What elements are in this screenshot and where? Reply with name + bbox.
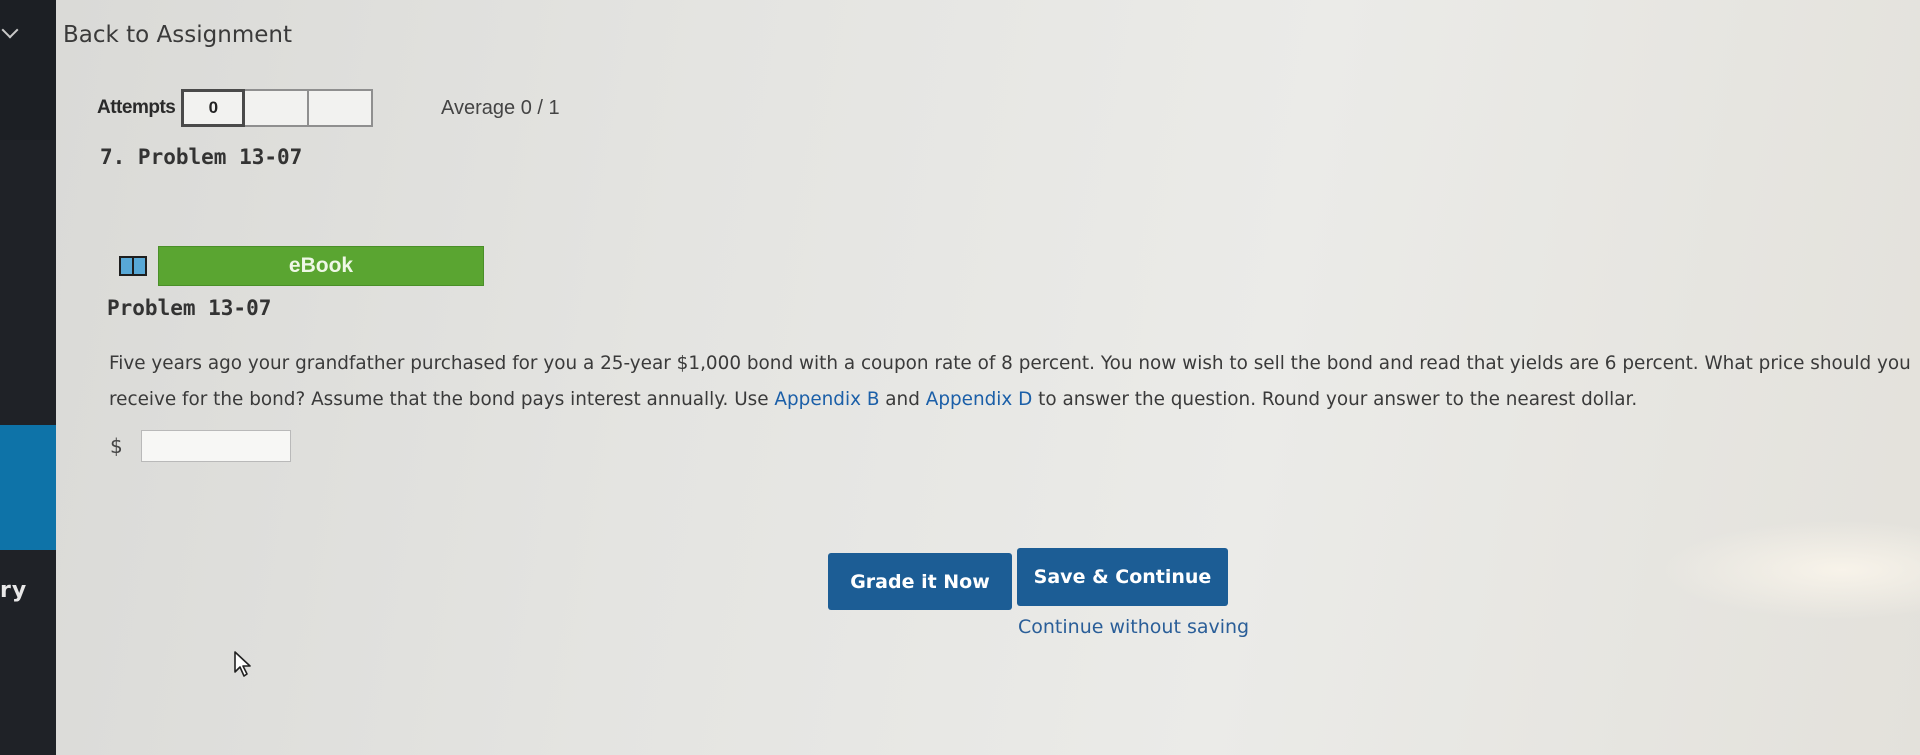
attempt-box-2 <box>245 89 310 127</box>
problem-text-segment: to answer the question. Round your answe… <box>1032 389 1638 410</box>
screen-glare <box>1660 520 1920 620</box>
sidebar-top <box>0 0 56 140</box>
appendix-d-link[interactable]: Appendix D <box>926 389 1033 410</box>
continue-without-saving-link[interactable]: Continue without saving <box>1018 616 1249 638</box>
problem-statement: Five years ago your grandfather purchase… <box>109 346 1911 418</box>
sidebar-truncated-label[interactable]: ry <box>0 578 27 603</box>
average-score: Average 0 / 1 <box>441 97 560 119</box>
left-sidebar: ry <box>0 0 56 755</box>
attempts-tracker: Attempts 0 <box>97 89 374 127</box>
ebook-icon-container[interactable] <box>108 246 158 286</box>
back-to-assignment-link[interactable]: Back to Assignment <box>63 22 292 48</box>
problem-text-line-1: Five years ago your grandfather purchase… <box>109 353 1911 374</box>
currency-symbol: $ <box>110 434 123 458</box>
problem-text-segment: receive for the bond? Assume that the bo… <box>109 389 775 410</box>
sidebar-active-band[interactable] <box>0 425 56 550</box>
problem-title: Problem 13-07 <box>107 296 272 320</box>
book-icon <box>119 256 147 276</box>
ebook-button[interactable]: eBook <box>158 246 484 286</box>
problem-text-line-2: receive for the bond? Assume that the bo… <box>109 382 1909 418</box>
attempts-label: Attempts <box>97 97 176 118</box>
appendix-b-link[interactable]: Appendix B <box>774 389 879 410</box>
attempt-box-1: 0 <box>181 89 246 127</box>
answer-row: $ <box>110 430 291 462</box>
problem-text-segment: and <box>879 389 926 410</box>
grade-it-now-button[interactable]: Grade it Now <box>828 553 1012 610</box>
attempt-box-3 <box>309 89 374 127</box>
question-number-title: 7. Problem 13-07 <box>100 145 303 169</box>
mouse-pointer-icon <box>234 651 251 677</box>
ebook-row: eBook <box>108 246 484 286</box>
answer-input[interactable] <box>140 430 291 462</box>
save-and-continue-button[interactable]: Save & Continue <box>1017 548 1228 606</box>
